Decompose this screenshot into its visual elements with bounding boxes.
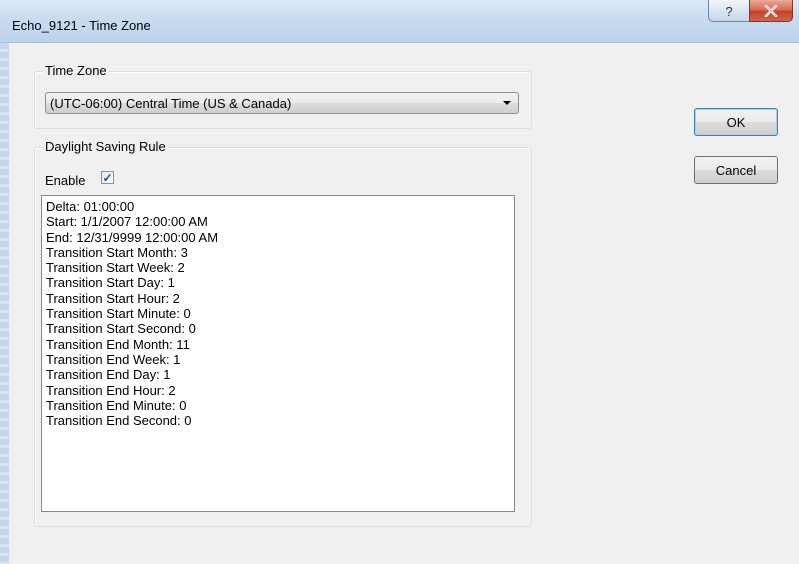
rule-line: Start: 1/1/2007 12:00:00 AM — [46, 214, 208, 230]
daylight-saving-group: Daylight Saving Rule Enable ✓ Delta: 01:… — [34, 139, 532, 527]
chevron-down-icon — [503, 101, 511, 105]
rule-line: Transition Start Hour: 2 — [46, 290, 180, 306]
checkmark-icon: ✓ — [102, 170, 113, 185]
dialog-client-area: Time Zone (UTC-06:00) Central Time (US &… — [9, 43, 799, 564]
svg-text:?: ? — [725, 4, 732, 18]
rule-line: Transition End Month: 11 — [46, 336, 190, 352]
ok-button[interactable]: OK — [694, 108, 778, 136]
rule-line: Transition End Week: 1 — [46, 351, 181, 367]
help-icon: ? — [725, 4, 732, 18]
rule-line: Transition Start Month: 3 — [46, 244, 188, 260]
rule-line: Transition End Day: 1 — [46, 367, 171, 383]
time-zone-dialog: Echo_9121 - Time Zone ? Time Zone (UTC-0… — [0, 0, 799, 564]
window-frame-edge — [0, 43, 9, 564]
enable-label: Enable — [45, 173, 86, 188]
enable-checkbox[interactable]: ✓ — [101, 171, 114, 184]
window-title: Echo_9121 - Time Zone — [12, 18, 151, 33]
rule-line: Transition End Hour: 2 — [46, 382, 176, 398]
rule-line: End: 12/31/9999 12:00:00 AM — [46, 229, 219, 245]
rule-line: Transition End Minute: 0 — [46, 397, 187, 413]
rule-line: Transition End Second: 0 — [46, 413, 192, 429]
time-zone-selected-value: (UTC-06:00) Central Time (US & Canada) — [50, 96, 292, 111]
time-zone-group: Time Zone (UTC-06:00) Central Time (US &… — [34, 63, 532, 129]
daylight-saving-group-label: Daylight Saving Rule — [43, 139, 168, 154]
time-zone-group-label: Time Zone — [43, 63, 109, 78]
rule-details-textarea[interactable]: Delta: 01:00:00 Start: 1/1/2007 12:00:00… — [41, 195, 515, 512]
cancel-button[interactable]: Cancel — [694, 156, 778, 184]
rule-line: Transition Start Second: 0 — [46, 321, 196, 337]
help-button[interactable]: ? — [708, 0, 750, 22]
rule-line: Transition Start Minute: 0 — [46, 306, 191, 322]
rule-line: Transition Start Day: 1 — [46, 275, 175, 291]
time-zone-select[interactable]: (UTC-06:00) Central Time (US & Canada) — [45, 92, 519, 114]
rule-line: Delta: 01:00:00 — [46, 199, 135, 214]
close-button[interactable] — [749, 0, 793, 22]
close-icon — [764, 4, 778, 17]
rule-line: Transition Start Week: 2 — [46, 260, 185, 276]
title-bar[interactable]: Echo_9121 - Time Zone ? — [0, 0, 799, 43]
